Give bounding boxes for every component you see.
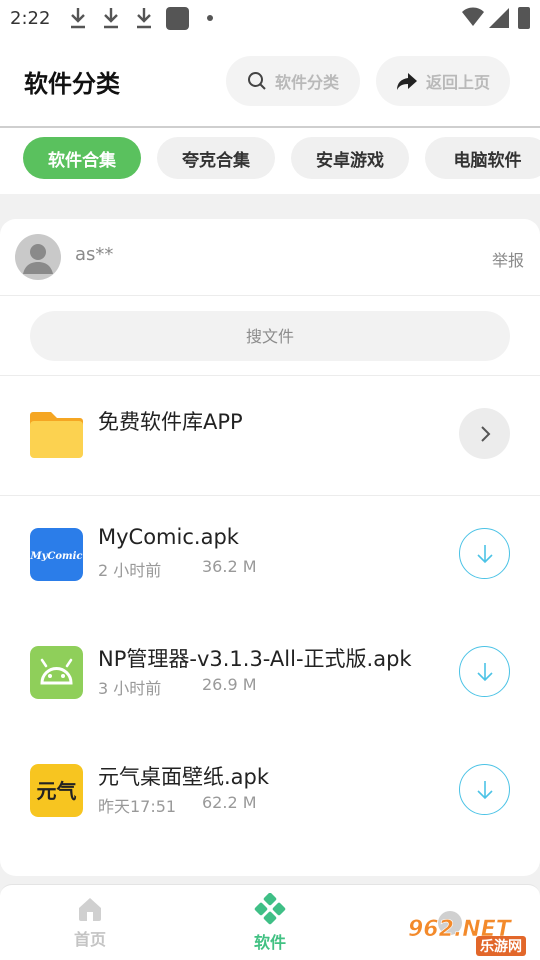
watermark-subtext: 乐游网 bbox=[476, 936, 526, 956]
download-arrow-icon bbox=[476, 780, 493, 799]
nav-software[interactable]: 软件 bbox=[210, 885, 330, 960]
status-bar: 2:22 bbox=[0, 0, 540, 36]
file-time: 2 小时前 bbox=[98, 561, 162, 580]
download-arrow-icon bbox=[476, 662, 493, 681]
nav-software-label: 软件 bbox=[253, 933, 286, 952]
download-notification-icon bbox=[71, 8, 85, 29]
tab-quark-collection[interactable]: 夸克合集 bbox=[157, 137, 275, 179]
file-row[interactable]: NP管理器-v3.1.3-All-正式版.apk 3 小时前 26.9 M bbox=[0, 614, 540, 732]
search-icon bbox=[247, 72, 266, 90]
file-name: NP管理器-v3.1.3-All-正式版.apk bbox=[98, 647, 412, 671]
file-name: MyComic.apk bbox=[98, 525, 239, 549]
download-notification-icon bbox=[137, 8, 151, 29]
nav-home-label: 首页 bbox=[73, 930, 106, 949]
share-back-arrow-icon bbox=[396, 73, 417, 90]
category-search-label: 软件分类 bbox=[274, 73, 339, 92]
category-tabs: 软件合集 夸克合集 安卓游戏 电脑软件 bbox=[0, 128, 540, 194]
tab-android-games[interactable]: 安卓游戏 bbox=[291, 137, 409, 179]
folder-name: 免费软件库APP bbox=[98, 410, 243, 434]
download-notification-icon bbox=[104, 8, 118, 29]
nav-home[interactable]: 首页 bbox=[30, 885, 150, 960]
android-app-icon bbox=[30, 646, 83, 699]
file-search-section bbox=[0, 296, 540, 376]
page-title: 软件分类 bbox=[24, 70, 120, 98]
file-row[interactable]: 元气 元气桌面壁纸.apk 昨天17:51 62.2 M bbox=[0, 732, 540, 850]
file-time: 昨天17:51 bbox=[98, 797, 177, 816]
user-avatar-icon bbox=[23, 244, 53, 274]
top-header: 软件分类 软件分类 返回上页 bbox=[0, 36, 540, 128]
folder-icon bbox=[30, 412, 83, 458]
wifi-icon bbox=[462, 7, 484, 26]
file-time: 3 小时前 bbox=[98, 679, 162, 698]
chevron-right-icon bbox=[480, 425, 490, 442]
category-search-button[interactable]: 软件分类 bbox=[226, 56, 360, 106]
app-notification-icon bbox=[166, 7, 189, 30]
signal-icon bbox=[489, 8, 509, 28]
home-icon bbox=[79, 898, 101, 921]
file-size: 62.2 M bbox=[202, 793, 257, 812]
sharer-row: as** 举报 bbox=[0, 219, 540, 296]
status-time: 2:22 bbox=[10, 8, 51, 29]
download-arrow-icon bbox=[476, 544, 493, 563]
tab-software-collection[interactable]: 软件合集 bbox=[23, 137, 141, 179]
share-card: as** 举报 免费软件库APP MyComic MyComic.apk 2 小… bbox=[0, 219, 540, 876]
download-button[interactable] bbox=[459, 646, 510, 697]
yuanqi-wallpaper-app-icon: 元气 bbox=[30, 764, 83, 817]
report-link[interactable]: 举报 bbox=[492, 247, 524, 271]
svg-text:元气: 元气 bbox=[37, 779, 77, 803]
open-folder-button[interactable] bbox=[459, 408, 510, 459]
folder-row[interactable]: 免费软件库APP bbox=[0, 376, 540, 496]
download-button[interactable] bbox=[459, 528, 510, 579]
svg-text:MyComic: MyComic bbox=[30, 551, 82, 562]
mycomic-app-icon: MyComic bbox=[30, 528, 83, 581]
file-search-input[interactable] bbox=[30, 311, 510, 361]
back-button[interactable]: 返回上页 bbox=[376, 56, 510, 106]
file-name: 元气桌面壁纸.apk bbox=[98, 765, 270, 789]
tab-pc-software[interactable]: 电脑软件 bbox=[425, 137, 540, 179]
file-row[interactable]: MyComic MyComic.apk 2 小时前 36.2 M bbox=[0, 496, 540, 614]
avatar[interactable] bbox=[15, 234, 61, 280]
user-name: as** bbox=[75, 244, 114, 265]
software-grid-icon bbox=[254, 893, 286, 925]
file-size: 36.2 M bbox=[202, 557, 257, 576]
download-button[interactable] bbox=[459, 764, 510, 815]
more-notifications-icon bbox=[207, 15, 213, 21]
back-label: 返回上页 bbox=[425, 73, 490, 92]
file-size: 26.9 M bbox=[202, 675, 257, 694]
battery-icon bbox=[518, 7, 530, 29]
